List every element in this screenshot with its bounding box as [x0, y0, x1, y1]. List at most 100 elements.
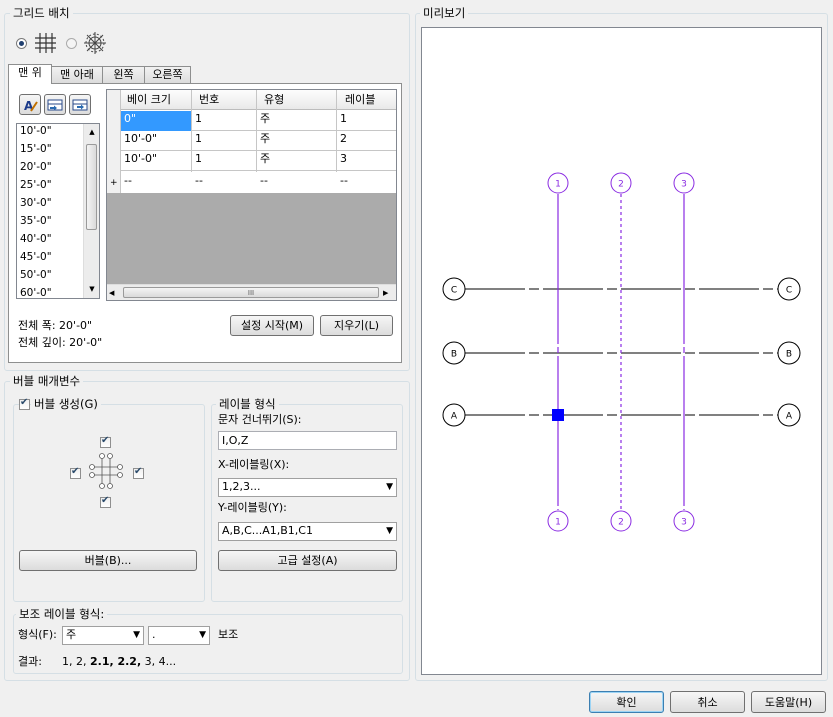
result-value: 1, 2, 2.1, 2.2, 3, 4... [62, 655, 176, 669]
result-bold: 2.1, 2.2, [89, 655, 142, 668]
skip-chars-label: 문자 건너뛰기(S): [218, 413, 302, 426]
format-label: 형식(F): [18, 628, 57, 641]
list-item[interactable]: 20'-0" [20, 161, 52, 174]
scroll-right-icon[interactable]: ▶ [383, 285, 395, 300]
format-select[interactable]: 주 ▼ [62, 626, 144, 645]
format-value: 주 [66, 628, 77, 641]
skip-chars-input[interactable]: I,O,Z [218, 431, 397, 450]
separator-select[interactable]: . ▼ [148, 626, 210, 645]
layout-rectangular-radio[interactable] [16, 38, 27, 49]
cell[interactable]: 1 [195, 152, 202, 166]
table-row[interactable]: 10'-0" 1 주 2 [121, 131, 396, 151]
sub-label-title: 보조 레이블 형식: [16, 607, 108, 621]
cell[interactable]: 2 [340, 132, 347, 146]
cell[interactable]: 1 [195, 132, 202, 146]
bubble-params-title: 버블 매개변수 [10, 374, 84, 388]
list-item[interactable]: 60'-0" [20, 287, 52, 298]
list-item[interactable]: 45'-0" [20, 251, 52, 264]
bay-table[interactable]: 베이 크기 번호 유형 레이블 0" 1 주 1 10'-0" 1 주 2 10… [106, 89, 397, 301]
origin-marker[interactable] [552, 409, 564, 421]
spacing-list[interactable]: 10'-0" 15'-0" 20'-0" 25'-0" 30'-0" 35'-0… [16, 123, 100, 299]
chevron-down-icon: ▼ [386, 482, 393, 492]
row-bubble-label: C [451, 286, 457, 296]
new-row-cell[interactable]: -- [124, 174, 132, 188]
row-bubble-label: A [451, 412, 458, 422]
table-row[interactable]: 10'-0" 1 주 3 [121, 151, 396, 171]
label-edit-button[interactable]: A [19, 94, 41, 115]
tab-left[interactable]: 왼쪽 [102, 66, 145, 83]
column-bubble-label: 2 [618, 180, 624, 190]
scroll-down-icon[interactable]: ▼ [84, 282, 99, 296]
col-header-label[interactable]: 레이블 [345, 93, 375, 107]
cell[interactable]: 1 [340, 112, 347, 126]
tab-right[interactable]: 오른쪽 [144, 66, 191, 83]
col-header-bay-size[interactable]: 베이 크기 [127, 93, 171, 107]
ok-button[interactable]: 확인 [589, 691, 664, 713]
x-labeling-select[interactable]: 1,2,3... ▼ [218, 478, 397, 497]
result-label: 결과: [18, 655, 42, 668]
layout-radial-radio[interactable] [66, 38, 77, 49]
row-bubble-label: C [786, 286, 792, 296]
total-width: 전체 폭: 20'-0" [18, 319, 93, 332]
chevron-down-icon: ▼ [133, 630, 140, 640]
label-edit-icon: A [24, 99, 38, 113]
create-bubble-label[interactable]: 버블 생성(G) [31, 397, 101, 411]
list-item[interactable]: 25'-0" [20, 179, 52, 192]
y-labeling-select[interactable]: A,B,C...A1,B1,C1 ▼ [218, 522, 397, 541]
cell[interactable]: 주 [260, 112, 270, 126]
list-item[interactable]: 35'-0" [20, 215, 52, 228]
new-row-cell[interactable]: -- [260, 174, 268, 188]
new-row-cell[interactable]: -- [340, 174, 348, 188]
chevron-down-icon: ▼ [199, 630, 206, 640]
cell[interactable]: 주 [260, 132, 270, 146]
bubble-top-checkbox[interactable] [100, 435, 111, 448]
delete-row-button[interactable] [69, 94, 91, 115]
scroll-left-icon[interactable]: ◀ [109, 285, 121, 300]
new-row-cell[interactable]: -- [195, 174, 203, 188]
result-plain-start: 1, 2, [62, 655, 90, 668]
chevron-down-icon: ▼ [386, 526, 393, 536]
preview-title: 미리보기 [420, 6, 469, 20]
help-button[interactable]: 도움말(H) [751, 691, 826, 713]
advanced-settings-button[interactable]: 고급 설정(A) [218, 550, 397, 571]
list-item[interactable]: 40'-0" [20, 233, 52, 246]
cell[interactable]: 10'-0" [124, 132, 157, 146]
create-bubble-checkbox[interactable] [19, 397, 30, 410]
list-item[interactable]: 50'-0" [20, 269, 52, 282]
hscroll-thumb[interactable]: III [123, 287, 379, 298]
cell[interactable]: 주 [260, 152, 270, 166]
sub-text: 보조 [218, 628, 239, 641]
table-hscrollbar[interactable]: ◀ III ▶ [107, 284, 396, 300]
tab-top[interactable]: 맨 위 [8, 64, 52, 84]
result-plain-end: 3, 4... [141, 655, 177, 668]
bubble-left-checkbox[interactable] [70, 466, 81, 479]
setup-start-button[interactable]: 설정 시작(M) [230, 315, 314, 336]
bubble-button[interactable]: 버블(B)... [19, 550, 197, 571]
new-row-marker: + [110, 178, 118, 188]
scroll-thumb[interactable] [86, 144, 97, 230]
cell[interactable]: 10'-0" [124, 152, 157, 166]
tab-bottom[interactable]: 맨 아래 [51, 66, 103, 83]
list-scrollbar[interactable]: ▲ ▼ [83, 124, 99, 298]
grid-placement-title: 그리드 배치 [10, 6, 73, 20]
scroll-up-icon[interactable]: ▲ [84, 125, 99, 139]
bubble-position-icon [89, 453, 123, 489]
list-item[interactable]: 10'-0" [20, 125, 52, 138]
y-labeling-value: A,B,C...A1,B1,C1 [222, 524, 313, 537]
cell[interactable]: 0" [124, 112, 136, 126]
insert-row-icon [47, 99, 63, 111]
insert-row-button[interactable] [44, 94, 66, 115]
table-row[interactable]: 0" 1 주 1 [121, 111, 396, 131]
bubble-right-checkbox[interactable] [133, 466, 144, 479]
cell[interactable]: 1 [195, 112, 202, 126]
col-header-type[interactable]: 유형 [264, 93, 284, 107]
col-header-number[interactable]: 번호 [199, 93, 219, 107]
row-bubble-label: A [786, 412, 793, 422]
cancel-button[interactable]: 취소 [670, 691, 745, 713]
column-bubble-label: 2 [618, 518, 624, 528]
list-item[interactable]: 15'-0" [20, 143, 52, 156]
list-item[interactable]: 30'-0" [20, 197, 52, 210]
clear-button[interactable]: 지우기(L) [320, 315, 393, 336]
bubble-bottom-checkbox[interactable] [100, 495, 111, 508]
cell[interactable]: 3 [340, 152, 347, 166]
